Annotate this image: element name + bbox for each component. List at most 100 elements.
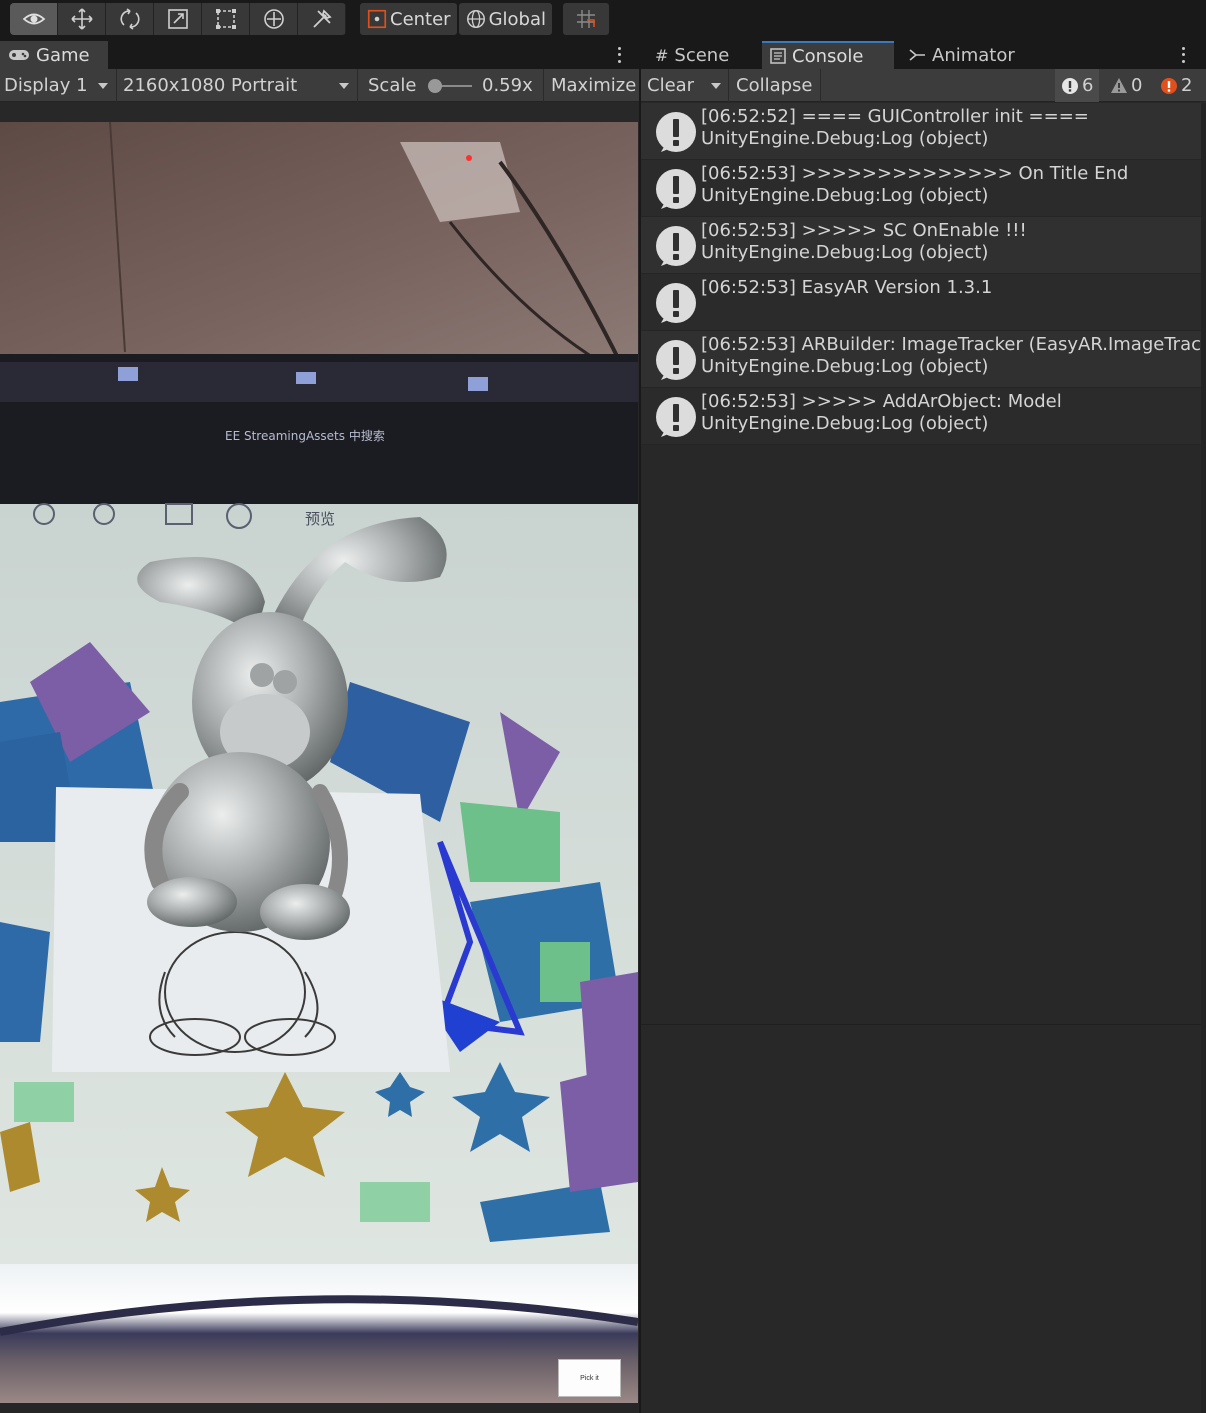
chevron-down-icon [98,83,108,89]
game-tabbar: Game [0,41,639,69]
log-stacktrace: UnityEngine.Debug:Log (object) [701,242,989,263]
tools-icon [312,9,332,28]
move-tool-button[interactable] [58,3,106,35]
pivot-controls: Center Global [360,3,553,35]
warning-count: 0 [1131,75,1143,96]
info-message-icon [656,226,696,266]
scale-tool-button[interactable] [154,3,202,35]
eye-icon [22,13,45,25]
view-tool-button[interactable] [10,3,58,35]
pivot-rotation-label: Global [488,8,547,30]
pivot-rotation-button[interactable]: Global [458,3,553,35]
info-count: 6 [1082,75,1094,96]
move-arrows-icon [70,8,93,30]
log-entry[interactable]: [06:52:53] >>>>>>>>>>>>>> On Title End U… [641,160,1201,217]
scale-value: 0.59x [482,75,533,96]
pick-it-button[interactable]: Pick it [558,1359,621,1397]
log-entry[interactable]: [06:52:53] ARBuilder: ImageTracker (Easy… [641,331,1206,388]
display-dropdown-value: Display 1 [4,75,88,96]
chevron-down-icon [711,83,721,89]
log-entry[interactable]: [06:52:53] >>>>> SC OnEnable !!! UnityEn… [641,217,1201,274]
resolution-dropdown-value: 2160x1080 Portrait [123,75,298,96]
warning-count-toggle[interactable]: 0 [1106,69,1146,102]
log-stacktrace: UnityEngine.Debug:Log (object) [701,128,989,149]
game-panel: Game Display 1 2160x1080 Portrait Scale … [0,41,639,1413]
scale-slider-handle[interactable] [428,79,442,93]
console-log-list[interactable]: [06:52:52] ==== GUIController init ==== … [641,103,1206,445]
log-message: [06:52:52] ==== GUIController init ==== [701,106,1089,127]
info-message-icon [656,283,696,323]
log-stacktrace: UnityEngine.Debug:Log (object) [701,413,989,434]
console-scrollbar[interactable] [1201,103,1206,1413]
scale-label: Scale [368,75,417,96]
log-stacktrace: UnityEngine.Debug:Log (object) [701,185,989,206]
pick-it-label: Pick it [580,1374,599,1382]
game-view-footer [0,1403,638,1413]
chevron-down-icon [339,83,349,89]
globe-icon [466,10,485,28]
gamepad-icon [9,50,29,60]
collapse-label: Collapse [736,75,813,96]
collapse-toggle[interactable]: Collapse [729,69,821,102]
tab-animator-label: Animator [932,44,1015,66]
log-entry[interactable]: [06:52:53] >>>>> AddArObject: Model Unit… [641,388,1201,445]
rotate-icon [119,8,140,30]
log-entry[interactable]: [06:52:53] EasyAR Version 1.3.1 [641,274,1201,331]
animator-icon [909,49,925,61]
console-icon [770,48,786,64]
game-panel-menu-icon[interactable] [614,45,624,65]
tab-scene[interactable]: # Scene [647,41,759,69]
transform-icon [263,9,284,29]
info-message-icon [656,397,696,437]
clear-label: Clear [647,75,695,96]
info-message-icon [1062,77,1078,94]
tab-game[interactable]: Game [0,41,108,69]
console-panel-menu-icon[interactable] [1178,45,1188,65]
info-count-toggle[interactable]: 6 [1055,69,1100,102]
custom-tool-button[interactable] [298,3,346,35]
log-message: [06:52:53] EasyAR Version 1.3.1 [701,277,993,298]
pivot-mode-button[interactable]: Center [360,3,457,35]
display-dropdown[interactable]: Display 1 [0,69,117,102]
rotate-tool-button[interactable] [106,3,154,35]
maximize-toggle[interactable]: Maximize [545,69,639,102]
tab-scene-label: Scene [674,44,730,66]
console-tabbar: # Scene Console Animator [641,41,1206,69]
console-toolbar: Clear Collapse 6 0 2 [641,69,1206,102]
pivot-mode-label: Center [390,8,451,30]
resolution-dropdown[interactable]: 2160x1080 Portrait [117,69,358,102]
transform-tool-button[interactable] [250,3,298,35]
maximize-label: Maximize [551,75,637,96]
rect-tool-button[interactable] [202,3,250,35]
log-entry[interactable]: [06:52:52] ==== GUIController init ==== … [641,103,1201,160]
console-panel: # Scene Console Animator Clear Collapse … [641,41,1206,1413]
tab-animator[interactable]: Animator [900,41,1030,69]
log-message: [06:52:53] >>>>>>>>>>>>>> On Title End [701,163,1129,184]
pivot-center-icon [367,9,387,29]
clear-options-dropdown[interactable] [701,69,729,102]
console-detail-splitter[interactable] [641,1024,1201,1025]
tab-console-label: Console [792,45,864,67]
log-message: [06:52:53] >>>>> AddArObject: Model [701,391,1062,412]
camera-feed-image: EE StreamingAssets 中搜索 预览 [0,122,638,1403]
error-icon [1161,77,1177,94]
tab-console[interactable]: Console [762,41,894,69]
scale-icon [167,9,188,29]
log-stacktrace: UnityEngine.Debug:Log (object) [701,356,989,377]
info-message-icon [656,112,696,152]
warning-icon [1111,77,1127,93]
transform-tools [10,3,346,35]
tab-game-label: Game [36,44,90,66]
log-message: [06:52:53] >>>>> SC OnEnable !!! [701,220,1027,241]
main-toolbar: Center Global [0,0,1206,40]
rect-transform-icon [215,9,236,29]
game-viewport[interactable]: EE StreamingAssets 中搜索 预览 [0,122,638,1403]
grid-snap-button[interactable] [563,3,609,35]
info-message-icon [656,169,696,209]
hash-icon: # [655,45,669,65]
error-count: 2 [1181,75,1193,96]
clear-button[interactable]: Clear [641,69,701,102]
game-view-controls: Display 1 2160x1080 Portrait Scale 0.59x… [0,69,639,102]
info-message-icon [656,340,696,380]
error-count-toggle[interactable]: 2 [1156,69,1196,102]
